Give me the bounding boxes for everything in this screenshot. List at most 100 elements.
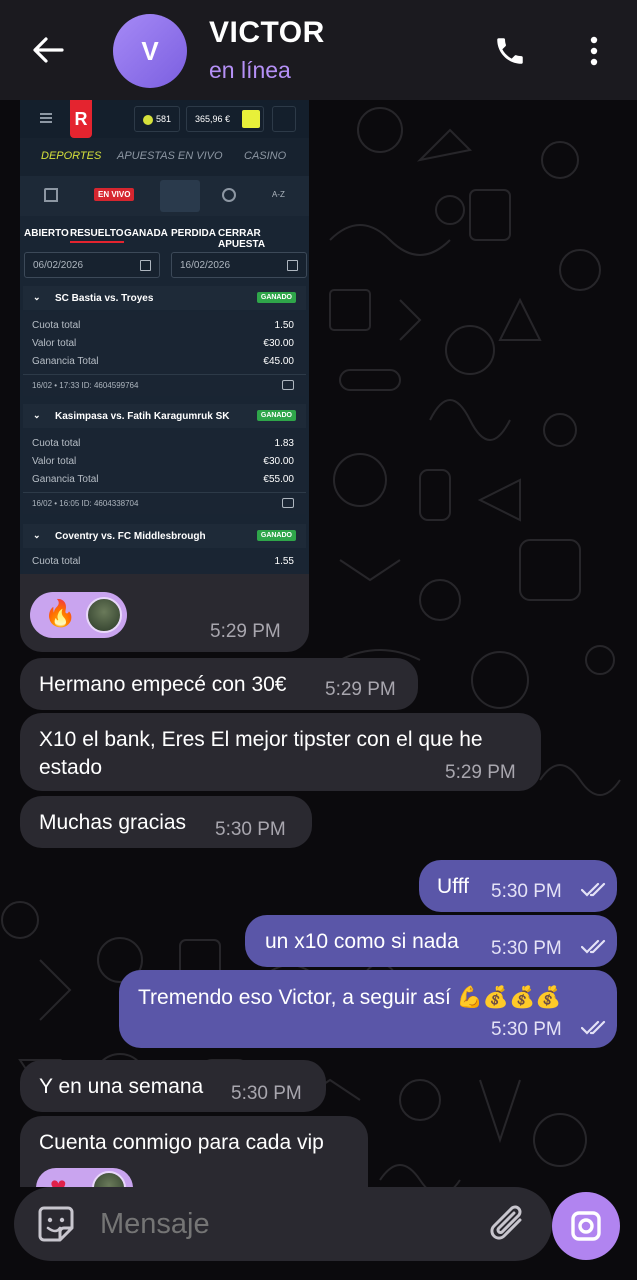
points-value: 581 <box>156 114 172 124</box>
read-receipt-icon <box>581 1020 606 1035</box>
attach-icon[interactable] <box>486 1200 532 1248</box>
reactor-avatar <box>92 1171 126 1187</box>
bet-row-value: 1.83 <box>274 438 294 449</box>
message-time: 5:30 PM <box>491 938 562 959</box>
bet-row-value: 1.55 <box>274 556 294 567</box>
message-input[interactable] <box>100 1204 470 1244</box>
bet-card-body: Cuota total 1.83 Valor total €30.00 Gana… <box>23 430 306 514</box>
betting-screenshot[interactable]: R 581 365,96 € DEPORTES APUESTAS EN VIVO… <box>20 100 309 574</box>
reactor-avatar <box>86 597 122 633</box>
status-badge: GANADO <box>256 530 296 541</box>
bet-card-body: Cuota total 1.50 Valor total €30.00 Gana… <box>23 312 306 396</box>
incoming-message[interactable]: Y en una semana 5:30 PM <box>20 1060 326 1112</box>
bet-row-label: Cuota total <box>32 438 81 449</box>
bet-card-header: ⌄ SC Bastia vs. Troyes GANADO <box>23 286 306 310</box>
date-from-field: 06/02/2026 <box>24 252 160 278</box>
bet-row-label: Cuota total <box>32 320 81 331</box>
betting-app-topbar: R 581 365,96 € <box>20 100 309 138</box>
camera-icon[interactable] <box>552 1192 620 1260</box>
settings-icon <box>222 188 236 202</box>
message-text: Y en una semana <box>39 1075 204 1098</box>
message-text: un x10 como si nada <box>265 930 459 953</box>
bet-row-value: €45.00 <box>263 356 294 367</box>
message-text: Hermano empecé con 30€ <box>39 673 287 696</box>
wallet-icon <box>242 110 260 128</box>
avatar-initial: V <box>141 35 159 66</box>
bet-match: SC Bastia vs. Troyes <box>55 293 154 304</box>
live-badge: EN VIVO <box>94 188 135 201</box>
reaction-chip[interactable]: 🔥 <box>30 592 127 638</box>
incoming-message[interactable]: Muchas gracias 5:30 PM <box>20 796 312 848</box>
outgoing-message[interactable]: un x10 como si nada 5:30 PM <box>245 915 617 967</box>
bet-row-label: Valor total <box>32 338 77 349</box>
chat-header: V VICTOR en línea <box>0 0 637 100</box>
status-badge: GANADO <box>256 410 296 421</box>
filter-cerrar-apuesta: CERRAR APUESTA <box>218 228 266 250</box>
message-time: 5:30 PM <box>491 1019 562 1040</box>
betslip-icon <box>160 180 200 212</box>
outgoing-message[interactable]: Ufff 5:30 PM <box>419 860 617 912</box>
bet-card-header: ⌄ Kasimpasa vs. Fatih Karagumruk SK GANA… <box>23 404 306 428</box>
more-options-icon[interactable] <box>578 30 610 72</box>
message-time: 5:30 PM <box>491 881 562 902</box>
message-time: 5:29 PM <box>210 621 281 642</box>
divider <box>23 492 306 493</box>
sticker-icon[interactable] <box>34 1202 78 1246</box>
coin-icon <box>143 114 153 125</box>
reaction-chip[interactable]: ♥ <box>36 1168 133 1187</box>
fire-reaction-icon: 🔥 <box>44 598 77 628</box>
bet-row-value: 1.50 <box>274 320 294 331</box>
filter-ganada: GANADA <box>124 228 168 239</box>
divider <box>23 374 306 375</box>
message-time: 5:30 PM <box>231 1083 302 1104</box>
logo-icon: R <box>70 100 92 138</box>
heart-reaction-icon: ♥ <box>50 1171 67 1188</box>
message-text: X10 el bank, Eres El mejor tipster con e… <box>39 728 483 779</box>
nav-casino: CASINO <box>244 150 287 162</box>
bet-row-label: Ganancia Total <box>32 356 99 367</box>
message-text: Tremendo eso Victor, a seguir así 💪💰💰💰 <box>138 986 562 1009</box>
bet-card-header: ⌄ Coventry vs. FC Middlesbrough GANADO <box>23 524 306 548</box>
bet-meta: 16/02 • 16:05 ID: 4604338704 <box>32 499 139 508</box>
chevron-down-icon: ⌄ <box>33 292 41 302</box>
balance-badge: 365,96 € <box>186 106 264 132</box>
filter-perdida: PERDIDA <box>171 228 217 239</box>
read-receipt-icon <box>581 882 606 897</box>
message-text: Muchas gracias <box>39 811 187 834</box>
print-icon <box>282 498 294 508</box>
bet-card-body: Cuota total 1.55 <box>23 550 306 574</box>
status-badge: GANADO <box>256 292 296 303</box>
date-from-value: 06/02/2026 <box>33 260 84 271</box>
hamburger-icon <box>40 113 52 123</box>
bet-match: Kasimpasa vs. Fatih Karagumruk SK <box>55 411 230 422</box>
az-label: A-Z <box>272 190 285 199</box>
outgoing-message[interactable]: Tremendo eso Victor, a seguir así 💪💰💰💰 5… <box>119 970 617 1048</box>
bet-row-label: Valor total <box>32 456 77 467</box>
bet-row-value: €55.00 <box>263 474 294 485</box>
incoming-message[interactable]: Cuenta conmigo para cada vip ♥ <box>20 1116 368 1187</box>
betting-icon-row: EN VIVO A-Z <box>20 176 309 216</box>
nav-deportes: DEPORTES <box>41 150 102 162</box>
message-time: 5:29 PM <box>445 762 516 783</box>
incoming-message[interactable]: X10 el bank, Eres El mejor tipster con e… <box>20 713 541 791</box>
home-icon <box>44 188 58 202</box>
chevron-down-icon: ⌄ <box>33 530 41 540</box>
nav-apuestas-en-vivo: APUESTAS EN VIVO <box>117 150 223 162</box>
message-time: 5:30 PM <box>215 819 286 840</box>
filter-resuelto: RESUELTO <box>70 228 124 243</box>
phone-call-icon[interactable] <box>489 30 531 72</box>
bet-row-label: Cuota total <box>32 556 81 567</box>
bet-meta: 16/02 • 17:33 ID: 4604599764 <box>32 381 139 390</box>
back-arrow-icon[interactable] <box>28 30 68 70</box>
bet-row-value: €30.00 <box>263 338 294 349</box>
bet-row-label: Ganancia Total <box>32 474 99 485</box>
bet-row-value: €30.00 <box>263 456 294 467</box>
contact-name[interactable]: VICTOR <box>209 16 325 50</box>
message-time: 5:29 PM <box>325 679 396 700</box>
message-text: Cuenta conmigo para cada vip <box>39 1131 324 1154</box>
avatar[interactable]: V <box>113 14 187 88</box>
image-message[interactable]: R 581 365,96 € DEPORTES APUESTAS EN VIVO… <box>20 100 309 652</box>
profile-icon <box>272 106 296 132</box>
incoming-message[interactable]: Hermano empecé con 30€ 5:29 PM <box>20 658 418 710</box>
date-to-value: 16/02/2026 <box>180 260 231 271</box>
